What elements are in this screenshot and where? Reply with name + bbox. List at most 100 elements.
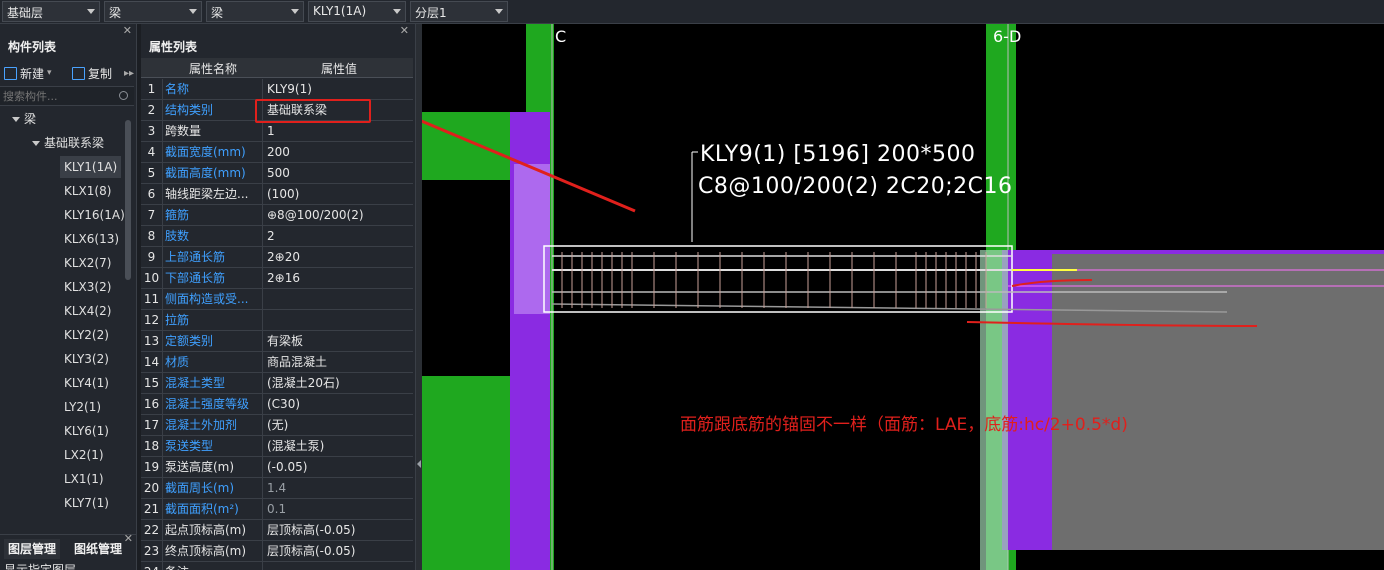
row-number: 8 — [141, 226, 163, 247]
property-value[interactable]: 0.1 — [267, 499, 413, 520]
tree-item[interactable]: LX2(1) — [60, 444, 108, 466]
property-row[interactable]: 19 泵送高度(m) (-0.05) — [141, 457, 413, 478]
tree-item[interactable]: KLY4(1) — [60, 372, 113, 394]
chevron-down-icon — [32, 141, 40, 146]
property-row[interactable]: 18 泵送类型 (混凝土泵) — [141, 436, 413, 457]
property-row[interactable]: 11 侧面构造或受... — [141, 289, 413, 310]
tree-item[interactable]: KLY7(1) — [60, 492, 113, 514]
property-value[interactable] — [267, 289, 413, 310]
beam-label-line1: KLY9(1) [5196] 200*500 — [700, 142, 976, 167]
property-value[interactable]: 层顶标高(-0.05) — [267, 520, 413, 541]
property-row[interactable]: 8 肢数 2 — [141, 226, 413, 247]
property-row[interactable]: 21 截面面积(m²) 0.1 — [141, 499, 413, 520]
layer-option[interactable]: 显示指定图层 — [4, 561, 76, 570]
component-actions: 新建 ▾ 复制 ▸▸ — [0, 62, 136, 84]
property-name: 截面周长(m) — [165, 478, 263, 499]
chevron-down-icon — [495, 9, 503, 14]
property-value[interactable]: (C30) — [267, 394, 413, 415]
property-row[interactable]: 20 截面周长(m) 1.4 — [141, 478, 413, 499]
copy-icon — [72, 66, 85, 80]
property-value[interactable]: 1.4 — [267, 478, 413, 499]
property-row[interactable]: 9 上部通长筋 2⊕20 — [141, 247, 413, 268]
tree-item[interactable]: KLX1(8) — [60, 180, 115, 202]
tree-item[interactable]: LX1(1) — [60, 468, 108, 490]
tree-item[interactable]: KLX4(2) — [60, 300, 115, 322]
property-value[interactable]: (100) — [267, 184, 413, 205]
tree-root[interactable]: 梁 — [12, 108, 36, 130]
property-value[interactable]: 商品混凝土 — [267, 352, 413, 373]
copy-button[interactable]: 复制 — [72, 64, 112, 82]
layer-dropdown[interactable]: 分层1 — [410, 1, 508, 22]
property-value[interactable]: 2⊕20 — [267, 247, 413, 268]
property-row[interactable]: 5 截面高度(mm) 500 — [141, 163, 413, 184]
tree-item[interactable]: KLY1(1A) — [60, 156, 122, 178]
property-value[interactable]: 1 — [267, 121, 413, 142]
property-row[interactable]: 7 箍筋 ⊕8@100/200(2) — [141, 205, 413, 226]
property-value[interactable]: ⊕8@100/200(2) — [267, 205, 413, 226]
property-value[interactable]: 200 — [267, 142, 413, 163]
property-value[interactable]: (混凝土20石) — [267, 373, 413, 394]
property-row[interactable]: 22 起点顶标高(m) 层顶标高(-0.05) — [141, 520, 413, 541]
property-name: 箍筋 — [165, 205, 263, 226]
property-row[interactable]: 14 材质 商品混凝土 — [141, 352, 413, 373]
tree-item[interactable]: KLY6(1) — [60, 420, 113, 442]
tree-item[interactable]: KLX2(7) — [60, 252, 115, 274]
property-row[interactable]: 4 截面宽度(mm) 200 — [141, 142, 413, 163]
new-button[interactable]: 新建 ▾ — [4, 64, 52, 82]
property-value[interactable]: 2 — [267, 226, 413, 247]
tree-item[interactable]: KLY2(2) — [60, 324, 113, 346]
tree-item[interactable]: LY2(1) — [60, 396, 105, 418]
property-value[interactable] — [267, 310, 413, 331]
more-icon[interactable]: ▸▸ — [124, 64, 134, 82]
property-row[interactable]: 3 跨数量 1 — [141, 121, 413, 142]
scrollbar[interactable] — [125, 120, 131, 280]
close-icon[interactable]: ✕ — [400, 24, 409, 37]
property-row[interactable]: 15 混凝土类型 (混凝土20石) — [141, 373, 413, 394]
property-name: 截面宽度(mm) — [165, 142, 263, 163]
type-dropdown[interactable]: 梁 — [104, 1, 202, 22]
property-value[interactable]: 2⊕16 — [267, 268, 413, 289]
bottom-tabs: ✕ 图层管理 图纸管理 显示指定图层 — [0, 532, 136, 570]
chevron-down-icon[interactable]: ▾ — [47, 68, 52, 78]
property-value[interactable]: 500 — [267, 163, 413, 184]
property-row[interactable]: 1 名称 KLY9(1) — [141, 79, 413, 100]
search-input[interactable] — [0, 87, 110, 106]
property-value[interactable]: (-0.05) — [267, 457, 413, 478]
property-row[interactable]: 12 拉筋 — [141, 310, 413, 331]
component-dropdown[interactable]: KLY1(1A) — [308, 1, 406, 22]
row-number: 1 — [141, 79, 163, 100]
property-value[interactable]: 有梁板 — [267, 331, 413, 352]
chevron-down-icon — [189, 9, 197, 14]
tree-group[interactable]: 基础联系梁 — [32, 132, 104, 154]
property-row[interactable]: 6 轴线距梁左边... (100) — [141, 184, 413, 205]
tree-item[interactable]: KLY16(1A) — [60, 204, 129, 226]
property-value[interactable]: (混凝土泵) — [267, 436, 413, 457]
tree-item[interactable]: KLX6(13) — [60, 228, 123, 250]
chevron-down-icon — [291, 9, 299, 14]
panel-title: 属性列表 — [149, 40, 198, 54]
property-value[interactable]: 层顶标高(-0.05) — [267, 541, 413, 562]
property-value[interactable]: (无) — [267, 415, 413, 436]
property-row[interactable]: 16 混凝土强度等级 (C30) — [141, 394, 413, 415]
property-row[interactable]: 13 定额类别 有梁板 — [141, 331, 413, 352]
property-row[interactable]: 17 混凝土外加剂 (无) — [141, 415, 413, 436]
property-row[interactable]: 23 终点顶标高(m) 层顶标高(-0.05) — [141, 541, 413, 562]
red-note: 面筋跟底筋的锚固不一样（面筋：LAE，底筋:hc/2+0.5*d) — [680, 415, 1128, 435]
property-name: 截面高度(mm) — [165, 163, 263, 184]
property-row[interactable]: 10 下部通长筋 2⊕16 — [141, 268, 413, 289]
property-row[interactable]: 24备注 — [141, 562, 413, 570]
floor-dropdown[interactable]: 基础层 — [2, 1, 100, 22]
row-number: 9 — [141, 247, 163, 268]
tab-drawing-manage[interactable]: 图纸管理 — [70, 539, 126, 559]
tree-item[interactable]: KLY3(2) — [60, 348, 113, 370]
drawing-canvas[interactable]: C 6-D KLY9(1) [5196] 200*500 C8@100/200(… — [422, 24, 1384, 570]
property-value[interactable]: KLY9(1) — [267, 79, 413, 100]
search-icon[interactable] — [119, 91, 128, 100]
tab-layer-manage[interactable]: 图层管理 — [4, 539, 61, 559]
subtype-dropdown[interactable]: 梁 — [206, 1, 304, 22]
property-value[interactable] — [267, 562, 413, 570]
collapse-arrow-icon[interactable] — [417, 460, 421, 468]
tree-item[interactable]: KLX3(2) — [60, 276, 115, 298]
stirrups — [561, 252, 987, 308]
close-icon[interactable]: ✕ — [123, 24, 132, 37]
